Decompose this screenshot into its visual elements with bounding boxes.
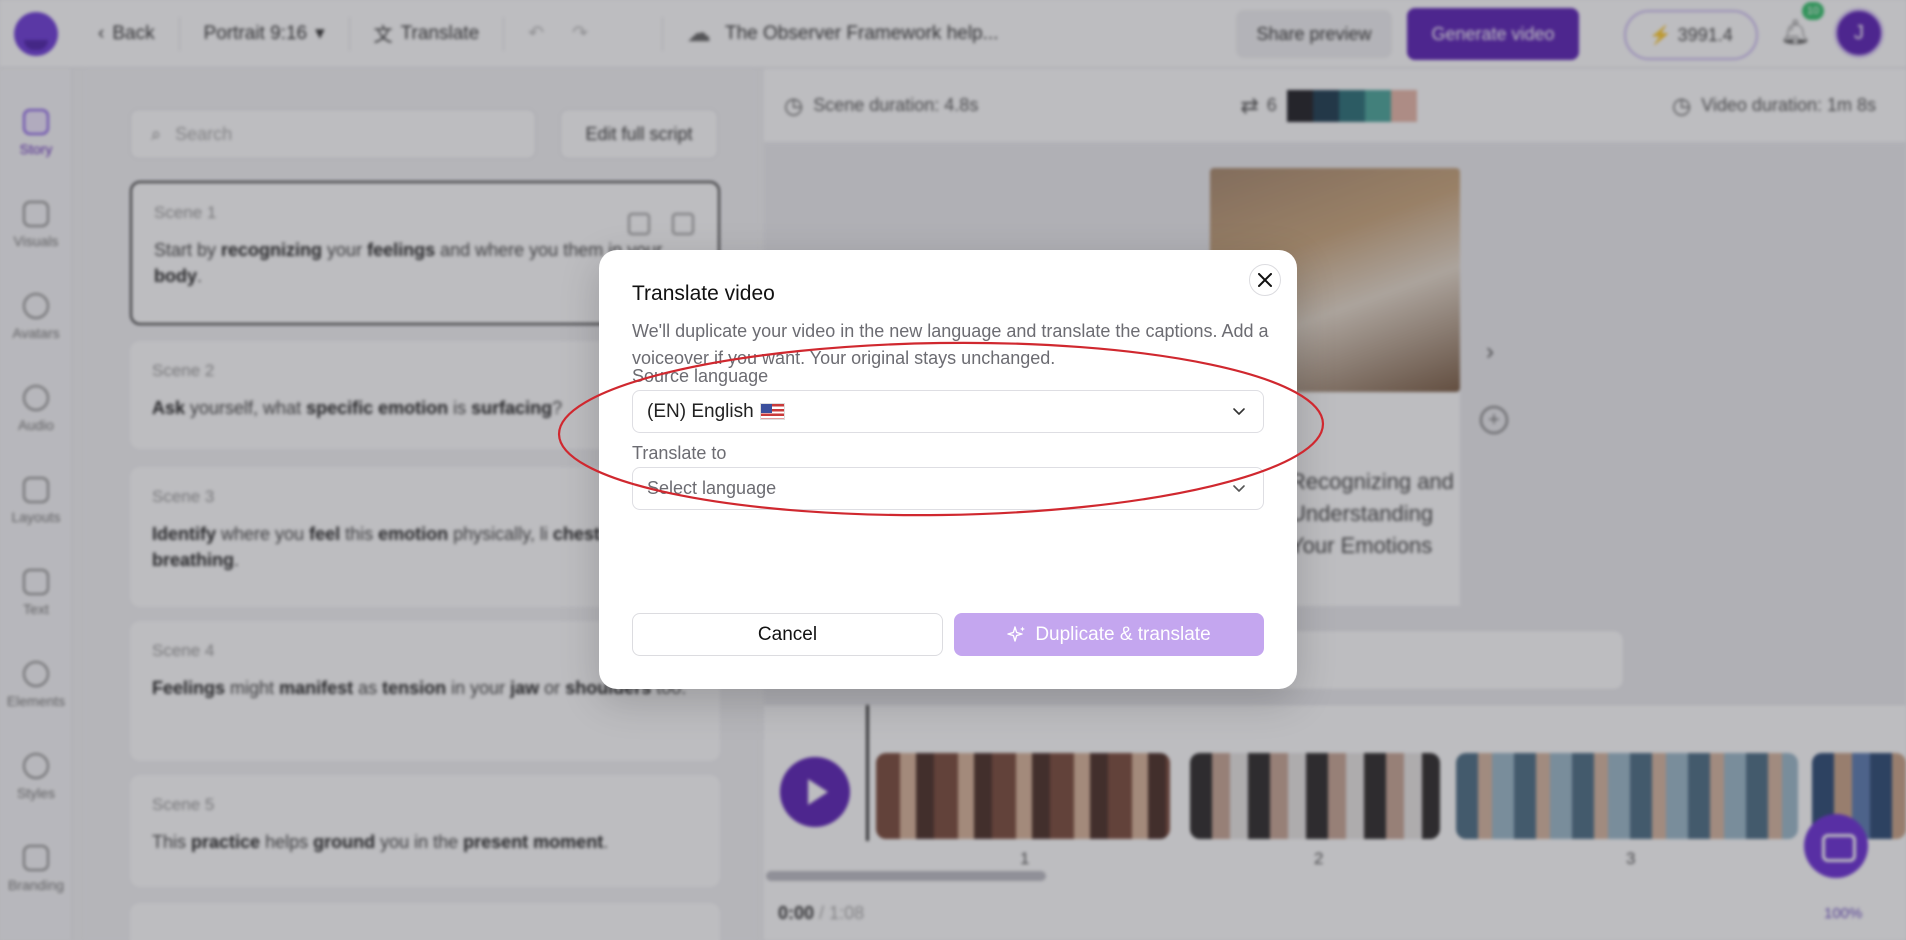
dialog-description: We'll duplicate your video in the new la… bbox=[632, 321, 1269, 368]
sparkle-icon bbox=[1007, 625, 1026, 642]
close-button[interactable] bbox=[1249, 264, 1281, 296]
dialog-title: Translate video bbox=[632, 282, 775, 305]
duplicate-translate-button[interactable]: Duplicate & translate bbox=[954, 613, 1264, 656]
translate-video-dialog: Translate video We'll duplicate your vid… bbox=[599, 250, 1297, 689]
translate-to-label: Translate to bbox=[632, 443, 727, 463]
chevron-down-icon bbox=[1233, 408, 1245, 415]
source-language-label: Source language bbox=[632, 366, 769, 386]
source-language-value: (EN) English bbox=[647, 400, 754, 422]
chevron-down-icon bbox=[1233, 485, 1245, 492]
close-icon bbox=[1258, 273, 1272, 287]
cancel-button[interactable]: Cancel bbox=[632, 613, 943, 656]
target-language-placeholder: Select language bbox=[647, 478, 777, 498]
us-flag-icon bbox=[759, 403, 785, 420]
target-language-select[interactable]: Select language bbox=[632, 467, 1264, 510]
source-language-select[interactable]: (EN) English bbox=[632, 390, 1264, 433]
